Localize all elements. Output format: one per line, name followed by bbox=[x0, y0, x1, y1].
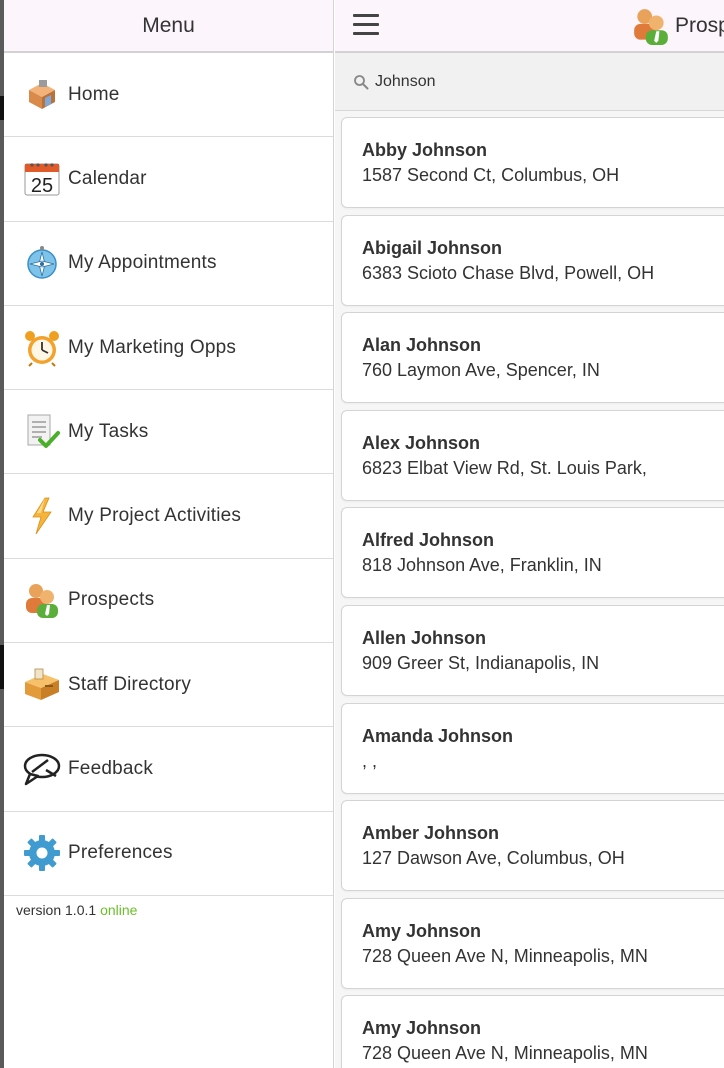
alarm-clock-icon bbox=[22, 328, 62, 368]
prospect-card[interactable]: Amy Johnson 728 Queen Ave N, Minneapolis… bbox=[341, 995, 724, 1068]
search-input[interactable] bbox=[375, 72, 695, 91]
menu-item-label: My Marketing Opps bbox=[68, 336, 237, 358]
menu-item-label: My Project Activities bbox=[68, 505, 242, 527]
menu-item-home[interactable]: Home bbox=[4, 53, 333, 138]
prospect-card[interactable]: Amber Johnson 127 Dawson Ave, Columbus, … bbox=[341, 800, 724, 892]
prospect-card[interactable]: Allen Johnson 909 Greer St, Indianapolis… bbox=[341, 604, 724, 696]
prospect-address: 6383 Scioto Chase Blvd, Powell, OH bbox=[362, 262, 655, 283]
prospect-address: 127 Dawson Ave, Columbus, OH bbox=[362, 848, 625, 869]
menu-item-label: Home bbox=[68, 83, 120, 105]
prospects-icon bbox=[631, 6, 671, 46]
svg-text:25: 25 bbox=[31, 175, 53, 197]
prospect-card[interactable]: Abigail Johnson 6383 Scioto Chase Blvd, … bbox=[341, 214, 724, 306]
menu-item-label: My Tasks bbox=[68, 420, 149, 442]
prospect-card[interactable]: Abby Johnson 1587 Second Ct, Columbus, O… bbox=[341, 117, 724, 208]
prospect-card[interactable]: Alfred Johnson 818 Johnson Ave, Franklin… bbox=[341, 507, 724, 599]
prospect-name: Abigail Johnson bbox=[362, 237, 503, 258]
home-icon bbox=[22, 75, 62, 115]
menu-item-feedback[interactable]: Feedback bbox=[4, 727, 333, 812]
side-menu: Menu Home 25 Calendar My Appointments My… bbox=[4, 0, 334, 1068]
menu-item-my-appointments[interactable]: My Appointments bbox=[4, 222, 333, 306]
menu-item-label: Staff Directory bbox=[68, 673, 192, 695]
page-title: Prosp bbox=[631, 6, 724, 46]
prospects-pane: Prosp Abby Johnson 1587 Second Ct, Colum… bbox=[335, 0, 724, 1068]
menu-item-my-project-activities[interactable]: My Project Activities bbox=[4, 474, 333, 559]
menu-item-label: My Appointments bbox=[68, 252, 217, 274]
search-icon bbox=[353, 74, 369, 90]
menu-item-my-tasks[interactable]: My Tasks bbox=[4, 390, 333, 475]
menu-item-label: Calendar bbox=[68, 167, 147, 189]
connection-status: online bbox=[100, 901, 138, 918]
prospect-address: 728 Queen Ave N, Minneapolis, MN bbox=[362, 945, 648, 966]
prospect-card[interactable]: Alan Johnson 760 Laymon Ave, Spencer, IN bbox=[341, 312, 724, 404]
prospect-address: 760 Laymon Ave, Spencer, IN bbox=[362, 360, 600, 381]
hamburger-menu-icon[interactable] bbox=[353, 14, 379, 36]
prospect-name: Alan Johnson bbox=[362, 335, 482, 356]
menu-item-label: Prospects bbox=[68, 589, 155, 611]
task-document-icon bbox=[22, 412, 62, 452]
prospect-name: Allen Johnson bbox=[362, 627, 487, 648]
prospect-name: Alex Johnson bbox=[362, 432, 481, 453]
prospect-results-list: Abby Johnson 1587 Second Ct, Columbus, O… bbox=[335, 111, 724, 1068]
menu-list: Home 25 Calendar My Appointments My Mark… bbox=[4, 53, 333, 896]
menu-item-my-marketing-opps[interactable]: My Marketing Opps bbox=[4, 306, 333, 391]
prospect-name: Alfred Johnson bbox=[362, 530, 495, 551]
desk-icon bbox=[22, 665, 62, 705]
prospect-address: 909 Greer St, Indianapolis, IN bbox=[362, 652, 600, 673]
version-label: version 1.0.1 bbox=[16, 901, 97, 918]
menu-item-label: Feedback bbox=[68, 758, 154, 780]
prospect-name: Amber Johnson bbox=[362, 823, 500, 844]
page-title-text: Prosp bbox=[675, 14, 724, 37]
prospect-name: Amy Johnson bbox=[362, 1018, 482, 1039]
prospect-name: Abby Johnson bbox=[362, 140, 487, 160]
lightning-icon bbox=[22, 496, 62, 536]
prospect-address: , , bbox=[362, 750, 378, 771]
menu-item-staff-directory[interactable]: Staff Directory bbox=[4, 643, 333, 728]
prospect-name: Amy Johnson bbox=[362, 920, 482, 941]
menu-title: Menu bbox=[4, 0, 333, 53]
prospect-address: 6823 Elbat View Rd, St. Louis Park, bbox=[362, 457, 647, 478]
menu-item-prospects[interactable]: Prospects bbox=[4, 559, 333, 644]
menu-item-label: Preferences bbox=[68, 842, 173, 864]
prospects-icon bbox=[22, 580, 62, 620]
prospect-address: 1587 Second Ct, Columbus, OH bbox=[362, 165, 620, 185]
version-info: version 1.0.1 online bbox=[4, 896, 333, 918]
menu-item-preferences[interactable]: Preferences bbox=[4, 812, 333, 896]
search-bar bbox=[335, 53, 724, 111]
prospect-card[interactable]: Amanda Johnson , , bbox=[341, 702, 724, 794]
gear-icon bbox=[22, 833, 62, 873]
prospect-address: 728 Queen Ave N, Minneapolis, MN bbox=[362, 1043, 648, 1064]
calendar-icon: 25 bbox=[22, 159, 62, 199]
compass-icon bbox=[22, 243, 62, 283]
prospect-name: Amanda Johnson bbox=[362, 725, 514, 746]
prospect-card[interactable]: Amy Johnson 728 Queen Ave N, Minneapolis… bbox=[341, 897, 724, 989]
top-bar: Prosp bbox=[335, 0, 724, 53]
speech-bubble-icon bbox=[22, 749, 62, 789]
prospect-address: 818 Johnson Ave, Franklin, IN bbox=[362, 555, 602, 576]
menu-item-calendar[interactable]: 25 Calendar bbox=[4, 137, 333, 222]
prospect-card[interactable]: Alex Johnson 6823 Elbat View Rd, St. Lou… bbox=[341, 409, 724, 501]
